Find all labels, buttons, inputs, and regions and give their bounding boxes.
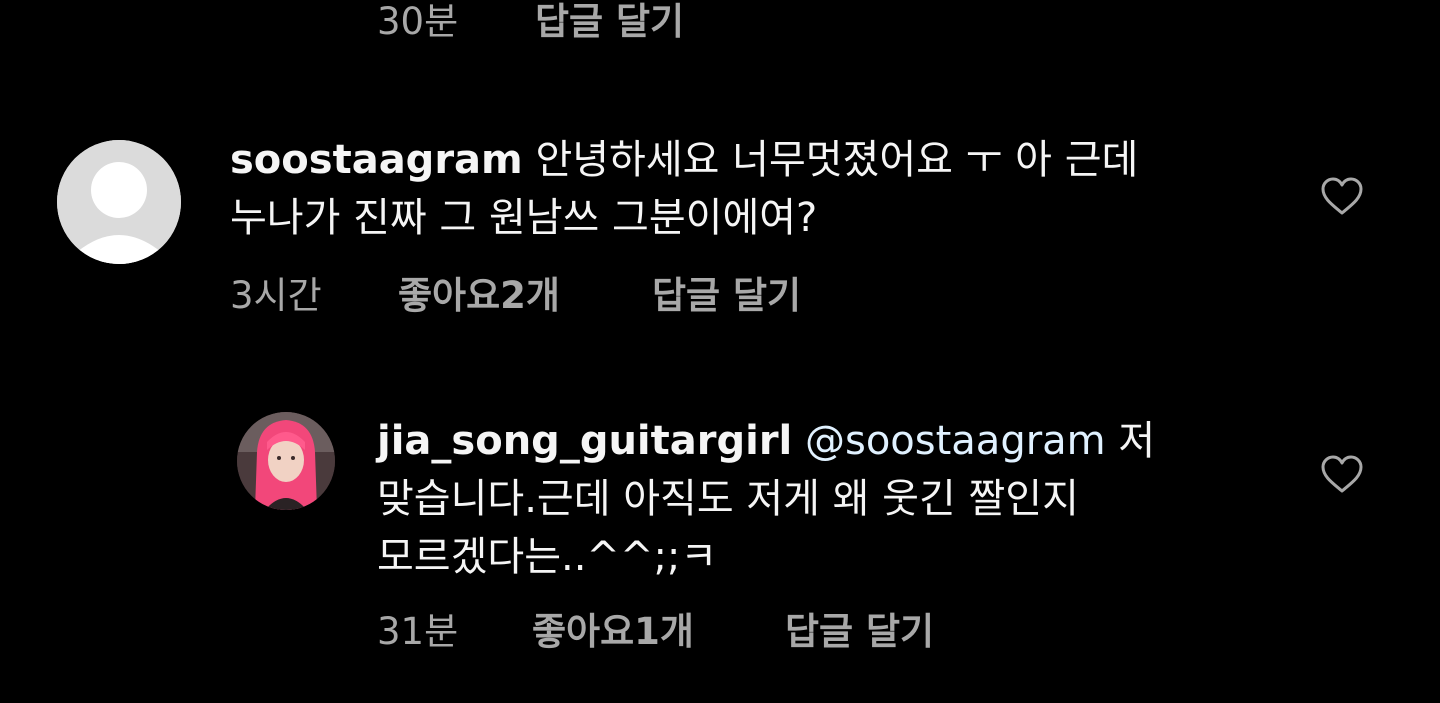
comment-meta-row: 3시간 좋아요 2개 답글 달기 — [230, 270, 801, 317]
comment-meta-row: 30분 답글 달기 — [377, 0, 684, 43]
default-person-icon — [57, 140, 181, 264]
comment-body: soostaagram 안녕하세요 너무멋졌어요 ㅜ 아 근데 누나가 진짜 그… — [230, 131, 1270, 247]
comment-timestamp: 30분 — [377, 0, 459, 43]
likes-label: 좋아요 — [398, 274, 501, 317]
avatar[interactable] — [237, 412, 335, 510]
likes-number: 1개 — [634, 610, 694, 653]
likes-label: 좋아요 — [532, 610, 635, 653]
reply-button[interactable]: 답글 달기 — [652, 265, 801, 319]
reply-button[interactable]: 답글 달기 — [785, 601, 934, 655]
comment-text-line: 누나가 진짜 그 원남쓰 그분이에여? — [230, 195, 818, 241]
comment-username[interactable]: soostaagram — [230, 137, 523, 183]
comment-timestamp: 31분 — [377, 610, 459, 653]
heart-outline-icon[interactable] — [1320, 176, 1364, 216]
comment-text-line: 안녕하세요 너무멋졌어요 ㅜ 아 근데 — [535, 137, 1139, 183]
mention-link[interactable]: @soostaagram — [805, 418, 1106, 464]
likes-number: 2개 — [500, 274, 560, 317]
heart-outline-icon[interactable] — [1320, 454, 1364, 494]
avatar[interactable] — [57, 140, 181, 264]
comment-username[interactable]: jia_song_guitargirl — [377, 418, 792, 464]
comment-text-fragment: 저 — [1105, 418, 1156, 464]
likes-count[interactable]: 좋아요 1개 — [532, 601, 785, 655]
comment-text-line: 맞습니다.근데 아직도 저게 왜 웃긴 짤인지 — [377, 476, 1079, 522]
comment-body: jia_song_guitargirl @soostaagram 저 맞습니다.… — [377, 412, 1277, 586]
reply-button[interactable]: 답글 달기 — [535, 0, 684, 45]
comment-meta-row: 31분 좋아요 1개 답글 달기 — [377, 606, 934, 653]
comment-text-line: 모르겠다는..^^;;ㅋ — [377, 534, 718, 580]
profile-photo — [237, 412, 335, 510]
likes-count[interactable]: 좋아요 2개 — [398, 265, 652, 319]
comment-timestamp: 3시간 — [230, 274, 322, 317]
